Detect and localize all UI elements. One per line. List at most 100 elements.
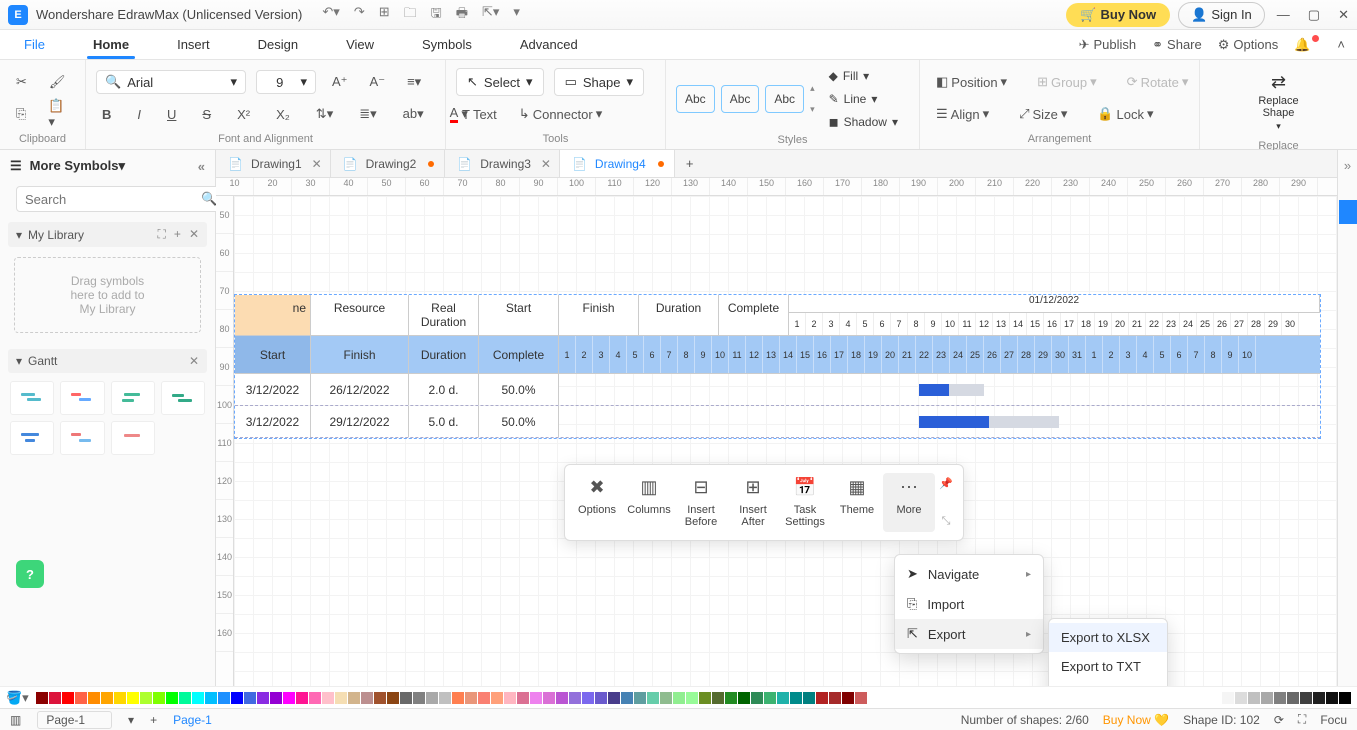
cut-icon[interactable]: ✂ xyxy=(10,70,33,94)
gray-swatch[interactable] xyxy=(1209,692,1221,704)
color-swatch[interactable] xyxy=(166,692,178,704)
menu-view[interactable]: View xyxy=(322,30,398,59)
maximize-icon[interactable]: ▢ xyxy=(1308,7,1320,23)
line-button[interactable]: ✎ Line▾ xyxy=(829,92,898,106)
color-swatch[interactable] xyxy=(491,692,503,704)
color-swatch[interactable] xyxy=(764,692,776,704)
style-preset-3[interactable]: Abc xyxy=(765,85,804,113)
new-icon[interactable]: ⊞ xyxy=(379,4,390,26)
superscript-icon[interactable]: X² xyxy=(231,103,256,126)
shape-tool-button[interactable]: ▭ Shape▾ xyxy=(554,68,644,96)
color-swatch[interactable] xyxy=(673,692,685,704)
color-swatch[interactable] xyxy=(439,692,451,704)
right-panel-edge[interactable]: » xyxy=(1337,150,1357,686)
page-dropdown-icon[interactable]: ▾ xyxy=(128,713,134,727)
font-family-combo[interactable]: 🔍Arial▾ xyxy=(96,70,246,94)
color-swatch[interactable] xyxy=(387,692,399,704)
color-swatch[interactable] xyxy=(738,692,750,704)
paste-icon[interactable]: 📋▾ xyxy=(42,94,75,134)
menu-design[interactable]: Design xyxy=(234,30,322,59)
style-scroll-down-icon[interactable]: ▾ xyxy=(810,104,815,115)
pages-icon[interactable]: ▥ xyxy=(10,713,21,727)
document-tab[interactable]: 📄Drawing3✕ xyxy=(445,150,560,177)
color-swatch[interactable] xyxy=(569,692,581,704)
share-button[interactable]: ⚭ Share xyxy=(1152,37,1202,53)
color-swatch[interactable] xyxy=(36,692,48,704)
notifications-icon[interactable]: 🔔 xyxy=(1294,37,1321,53)
gray-swatch[interactable] xyxy=(1287,692,1299,704)
fill-button[interactable]: ◆ Fill▾ xyxy=(829,69,898,83)
color-swatch[interactable] xyxy=(517,692,529,704)
color-swatch[interactable] xyxy=(231,692,243,704)
add-tab-button[interactable]: + xyxy=(675,150,705,177)
color-swatch[interactable] xyxy=(595,692,607,704)
gantt-chart[interactable]: ne Resource Real Duration Start Finish D… xyxy=(234,294,1321,439)
gantt-shape-6[interactable] xyxy=(60,421,104,455)
highlight-icon[interactable]: ab▾ xyxy=(397,102,430,126)
color-swatch[interactable] xyxy=(62,692,74,704)
gray-swatch[interactable] xyxy=(1248,692,1260,704)
style-preset-2[interactable]: Abc xyxy=(721,85,760,113)
page-tab[interactable]: Page-1 xyxy=(173,713,212,727)
color-swatch[interactable] xyxy=(361,692,373,704)
color-swatch[interactable] xyxy=(790,692,802,704)
font-size-combo[interactable]: 9▾ xyxy=(256,70,316,94)
right-panel-tab-icon[interactable] xyxy=(1339,200,1357,224)
style-preset-1[interactable]: Abc xyxy=(676,85,715,113)
color-swatch[interactable] xyxy=(478,692,490,704)
gray-swatch[interactable] xyxy=(1300,692,1312,704)
color-swatch[interactable] xyxy=(608,692,620,704)
print-icon[interactable]: 🖶 xyxy=(456,4,468,26)
style-scroll-up-icon[interactable]: ▴ xyxy=(810,83,815,94)
decrease-font-icon[interactable]: A⁻ xyxy=(364,70,392,94)
line-spacing-icon[interactable]: ⇅▾ xyxy=(310,102,339,126)
color-swatch[interactable] xyxy=(751,692,763,704)
connector-tool-button[interactable]: ↳ Connector▾ xyxy=(513,102,608,126)
bold-icon[interactable]: B xyxy=(96,103,117,126)
text-tool-button[interactable]: T Text xyxy=(456,103,503,126)
color-swatch[interactable] xyxy=(400,692,412,704)
color-swatch[interactable] xyxy=(582,692,594,704)
save-icon[interactable]: 🖫 xyxy=(431,4,442,26)
color-swatch[interactable] xyxy=(699,692,711,704)
color-swatch[interactable] xyxy=(504,692,516,704)
sidebar-collapse-icon[interactable]: « xyxy=(198,159,205,174)
color-swatch[interactable] xyxy=(725,692,737,704)
menu-export[interactable]: ⇱Export▸ xyxy=(895,619,1043,649)
menu-navigate[interactable]: ➤Navigate▸ xyxy=(895,559,1043,589)
gantt-shape-2[interactable] xyxy=(60,381,104,415)
color-swatch[interactable] xyxy=(530,692,542,704)
color-swatch[interactable] xyxy=(842,692,854,704)
menu-import[interactable]: ⎘Import xyxy=(895,589,1043,619)
status-buy-now[interactable]: Buy Now 💛 xyxy=(1103,713,1169,727)
gray-swatch[interactable] xyxy=(1274,692,1286,704)
ribbon-collapse-icon[interactable]: ˄ xyxy=(1337,37,1345,52)
gray-swatch[interactable] xyxy=(1313,692,1325,704)
toolbar-insert-before[interactable]: ⊟Insert Before xyxy=(675,473,727,532)
search-icon[interactable]: 🔍 xyxy=(201,191,217,207)
document-tab[interactable]: 📄Drawing2 xyxy=(331,150,446,177)
color-swatch[interactable] xyxy=(647,692,659,704)
color-swatch[interactable] xyxy=(218,692,230,704)
italic-icon[interactable]: I xyxy=(131,103,147,126)
pin-icon[interactable]: 📌 xyxy=(939,477,953,490)
color-swatch[interactable] xyxy=(257,692,269,704)
color-swatch[interactable] xyxy=(244,692,256,704)
size-button[interactable]: ⤢ Size▾ xyxy=(1013,102,1073,126)
toolbar-options[interactable]: ✖Options xyxy=(571,473,623,532)
lib-expand-icon[interactable]: ⛶ xyxy=(158,227,166,242)
buy-now-button[interactable]: 🛒 Buy Now xyxy=(1066,3,1170,27)
minimize-icon[interactable]: — xyxy=(1277,7,1290,23)
subscript-icon[interactable]: X₂ xyxy=(270,103,296,126)
toolbar-more[interactable]: ⋯More xyxy=(883,473,935,532)
right-panel-expand-icon[interactable]: » xyxy=(1338,158,1357,173)
color-swatch[interactable] xyxy=(426,692,438,704)
color-swatch[interactable] xyxy=(192,692,204,704)
gray-swatch[interactable] xyxy=(1235,692,1247,704)
color-swatch[interactable] xyxy=(322,692,334,704)
lib-close-icon[interactable]: ✕ xyxy=(189,227,199,242)
align-button[interactable]: ☰ Align▾ xyxy=(930,102,995,126)
replace-shape-button[interactable]: ⇄ Replace Shape▾ xyxy=(1210,66,1347,138)
document-tab[interactable]: 📄Drawing4 xyxy=(560,150,675,177)
canvas[interactable]: ne Resource Real Duration Start Finish D… xyxy=(234,196,1337,686)
